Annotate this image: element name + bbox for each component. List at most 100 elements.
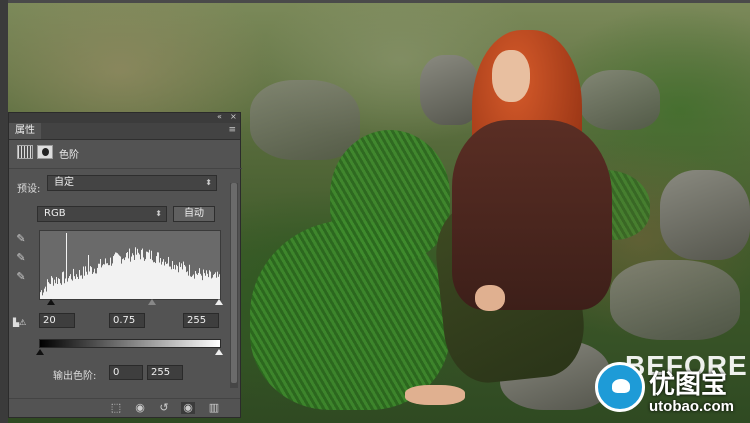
eyedropper-gray-icon[interactable]: ✎ <box>15 252 27 264</box>
close-icon[interactable]: × <box>230 112 237 121</box>
histogram-bar <box>173 268 174 299</box>
histogram-bar <box>124 260 125 299</box>
histogram-bar <box>165 261 166 299</box>
histogram-bar <box>127 252 128 299</box>
rock <box>250 80 360 160</box>
panel-tabbar: 属性 ≡ <box>9 123 240 140</box>
histogram-bar <box>143 257 144 299</box>
input-black-handle[interactable] <box>47 299 55 305</box>
histogram-bar <box>44 288 45 299</box>
histogram-bar <box>191 276 192 299</box>
histogram-bar <box>114 254 115 299</box>
view-previous-icon[interactable]: ◉ <box>133 402 147 414</box>
histogram-bar <box>170 266 171 299</box>
levels-histogram-icon[interactable] <box>17 145 33 159</box>
watermark: 优图宝 utobao.com <box>595 362 750 422</box>
histogram-bar <box>48 282 49 299</box>
histogram-bar <box>166 263 167 299</box>
output-levels-slider[interactable] <box>36 349 223 355</box>
histogram-bar <box>141 249 142 299</box>
eye-icon[interactable]: ◉ <box>181 402 195 414</box>
canvas-top-edge <box>0 0 750 3</box>
histogram <box>39 230 221 300</box>
eyedropper-black-icon[interactable]: ✎ <box>15 233 27 245</box>
histogram-bar <box>214 273 215 299</box>
histogram-bar <box>69 276 70 299</box>
histogram-bar <box>65 278 66 299</box>
panel-menu-icon[interactable]: ≡ <box>228 125 236 135</box>
histogram-bar <box>136 254 137 299</box>
output-gradient <box>39 339 221 348</box>
histogram-bar <box>116 252 117 299</box>
layer-mask-icon[interactable] <box>37 145 53 159</box>
histogram-bar <box>73 268 74 299</box>
reset-icon[interactable]: ↺ <box>157 402 171 414</box>
clip-to-layer-icon[interactable]: ⬚ <box>109 402 123 414</box>
clipping-warning-icon[interactable]: ▙⚠ <box>13 318 33 330</box>
histogram-bar <box>62 272 63 299</box>
panel-titlebar[interactable]: « × <box>9 112 240 123</box>
chevron-updown-icon: ⬍ <box>155 209 162 218</box>
histogram-bar <box>132 253 133 299</box>
histogram-bar <box>46 291 47 299</box>
histogram-bar <box>129 248 130 299</box>
histogram-bar <box>104 264 105 299</box>
histogram-bar <box>118 254 119 299</box>
histogram-bar <box>52 277 53 299</box>
histogram-bar <box>164 265 165 299</box>
histogram-bar <box>219 274 220 299</box>
output-white-handle[interactable] <box>215 349 223 355</box>
channel-select[interactable]: RGB ⬍ <box>37 206 167 222</box>
output-white-field[interactable]: 255 <box>147 365 183 380</box>
output-black-field[interactable]: 0 <box>109 365 143 380</box>
histogram-bar <box>119 255 120 299</box>
scrollbar-thumb[interactable] <box>231 183 237 383</box>
rock <box>580 70 660 130</box>
collapse-icon[interactable]: « <box>217 112 222 121</box>
histogram-bar <box>146 251 147 299</box>
input-gamma-field[interactable]: 0.75 <box>109 313 145 328</box>
histogram-bar <box>211 278 212 299</box>
histogram-bar <box>177 266 178 299</box>
histogram-bar <box>97 267 98 299</box>
histogram-bar <box>54 279 55 299</box>
histogram-bar <box>195 271 196 299</box>
histogram-bar <box>100 259 101 299</box>
histogram-bar <box>155 263 156 299</box>
histogram-bar <box>117 253 118 299</box>
histogram-bar <box>171 269 172 299</box>
trash-icon[interactable]: ▥ <box>207 402 221 414</box>
histogram-bar <box>121 263 122 299</box>
histogram-bar <box>92 273 93 299</box>
input-white-field[interactable]: 255 <box>183 313 219 328</box>
histogram-bar <box>71 279 72 299</box>
histogram-bar <box>45 286 46 299</box>
histogram-bar <box>178 272 179 299</box>
histogram-bar <box>70 274 71 299</box>
rock <box>420 55 480 125</box>
output-black-handle[interactable] <box>36 349 44 355</box>
histogram-bar <box>84 275 85 299</box>
panel-scrollbar[interactable] <box>230 183 238 388</box>
histogram-bar <box>202 280 203 299</box>
histogram-bar <box>55 283 56 299</box>
preset-value: 自定 <box>54 177 74 188</box>
input-levels-slider[interactable] <box>39 299 223 305</box>
histogram-bar <box>133 255 134 299</box>
histogram-bar <box>56 276 57 299</box>
input-gamma-handle[interactable] <box>148 299 156 305</box>
histogram-bar <box>82 278 83 299</box>
histogram-bar <box>58 278 59 299</box>
input-white-handle[interactable] <box>215 299 223 305</box>
histogram-bar <box>110 257 111 299</box>
rock <box>610 260 740 340</box>
histogram-bar <box>144 260 145 299</box>
histogram-bar <box>75 278 76 299</box>
eyedropper-white-icon[interactable]: ✎ <box>15 271 27 283</box>
auto-button[interactable]: 自动 <box>173 206 215 222</box>
preset-select[interactable]: 自定 ⬍ <box>47 175 217 191</box>
tab-properties[interactable]: 属性 <box>9 123 41 139</box>
input-black-field[interactable]: 20 <box>39 313 75 328</box>
histogram-bar <box>90 266 91 299</box>
histogram-bar <box>126 252 127 299</box>
